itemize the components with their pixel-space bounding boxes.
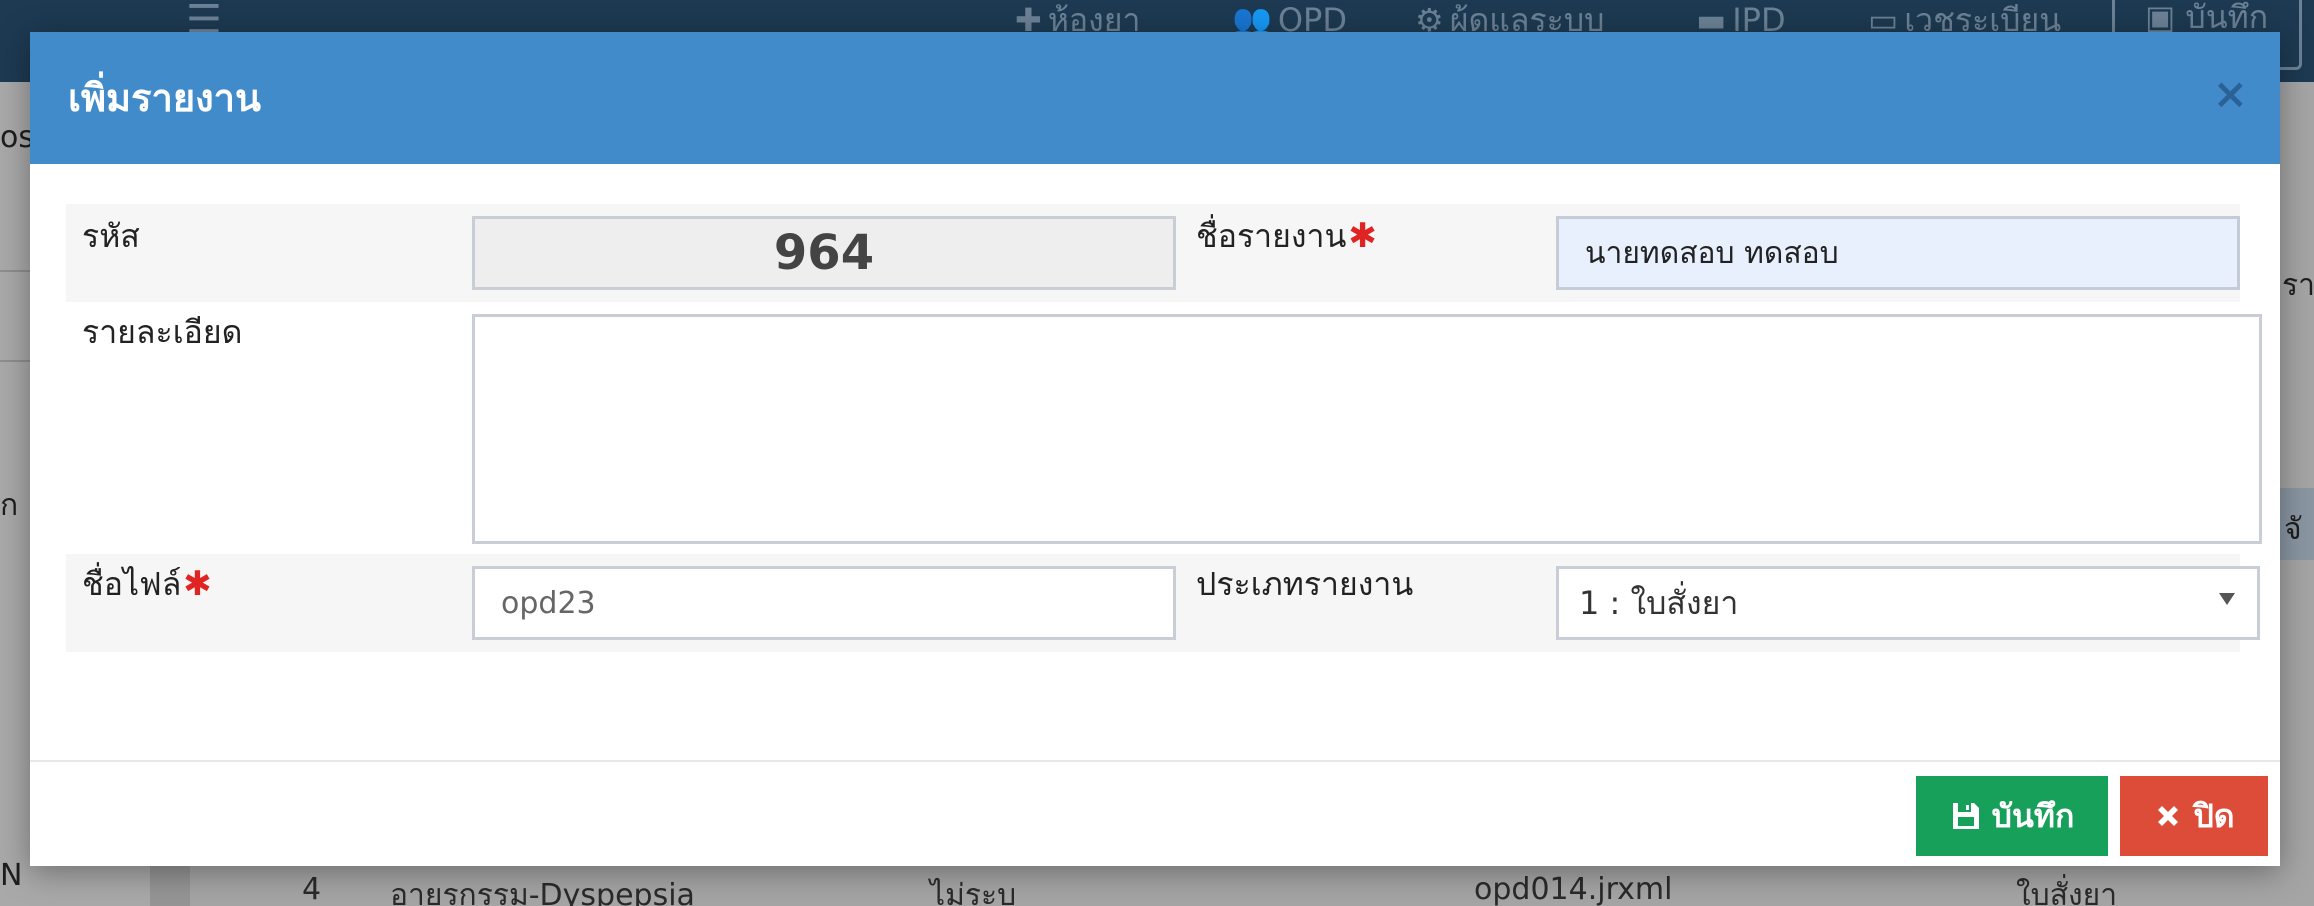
- row-report-name: อายุรกรรม-Dyspepsia: [390, 878, 695, 906]
- report-type-label: ประเภทรายงาน: [1196, 565, 1414, 603]
- file-name-label: ชื่อไฟล์✱: [82, 562, 212, 606]
- required-asterisk-icon: ✱: [1348, 216, 1377, 256]
- code-field: 964: [472, 216, 1176, 290]
- add-report-modal: เพิ่มรายงาน × รหัส 964 ชื่อรายงาน✱ นายทด…: [30, 32, 2280, 866]
- background-text-fragment: รา: [2282, 268, 2314, 303]
- form-row-file-type: ชื่อไฟล์✱ opd23 ประเภทรายงาน 1 : ใบสั่งย…: [66, 554, 2260, 652]
- report-type-value: 1 : ใบสั่งยา: [1579, 583, 1739, 622]
- background-text-fragment: ก: [0, 488, 19, 523]
- background-text-fragment: N: [0, 858, 23, 893]
- background-text-fragment: จั: [2284, 512, 2302, 547]
- modal-footer-divider: [30, 760, 2280, 762]
- background-text-fragment: os: [0, 120, 34, 155]
- modal-header: เพิ่มรายงาน ×: [30, 32, 2280, 164]
- report-type-select[interactable]: 1 : ใบสั่งยา: [1556, 566, 2260, 640]
- close-button-label: ปิด: [2193, 796, 2235, 835]
- row-number: 4: [302, 872, 322, 906]
- file-name-input[interactable]: opd23: [472, 566, 1176, 640]
- form-row-details: รายละเอียด: [66, 304, 2262, 584]
- row-report-type: ใบสั่งยา: [2016, 878, 2118, 906]
- form-row-code-name: รหัส 964 ชื่อรายงาน✱ นายทดสอบ ทดสอบ: [66, 204, 2240, 302]
- row-file-name: opd014.jrxml: [1474, 872, 1673, 906]
- report-name-label: ชื่อรายงาน✱: [1196, 214, 1377, 258]
- save-button-label: บันทึก: [1991, 796, 2075, 835]
- floppy-disk-icon: [1950, 800, 1982, 832]
- save-button[interactable]: บันทึก: [1916, 776, 2108, 856]
- row-status: ไม่ระบุ: [930, 878, 1017, 906]
- report-name-label-text: ชื่อรายงาน: [1196, 217, 1347, 255]
- file-name-label-text: ชื่อไฟล์: [82, 565, 182, 603]
- details-textarea[interactable]: [472, 314, 2262, 544]
- background-save-label: บันทึก: [2185, 0, 2269, 36]
- required-asterisk-icon: ✱: [183, 564, 212, 604]
- save-icon: ▣: [2145, 0, 2176, 36]
- chevron-down-icon: [2219, 593, 2235, 605]
- code-label: รหัส: [82, 217, 140, 255]
- modal-title: เพิ่มรายงาน: [68, 76, 261, 120]
- report-name-input[interactable]: นายทดสอบ ทดสอบ: [1556, 216, 2240, 290]
- details-label: รายละเอียด: [82, 313, 243, 351]
- close-icon[interactable]: ×: [2213, 73, 2248, 115]
- close-button[interactable]: ปิด: [2120, 776, 2268, 856]
- times-icon: [2153, 801, 2183, 831]
